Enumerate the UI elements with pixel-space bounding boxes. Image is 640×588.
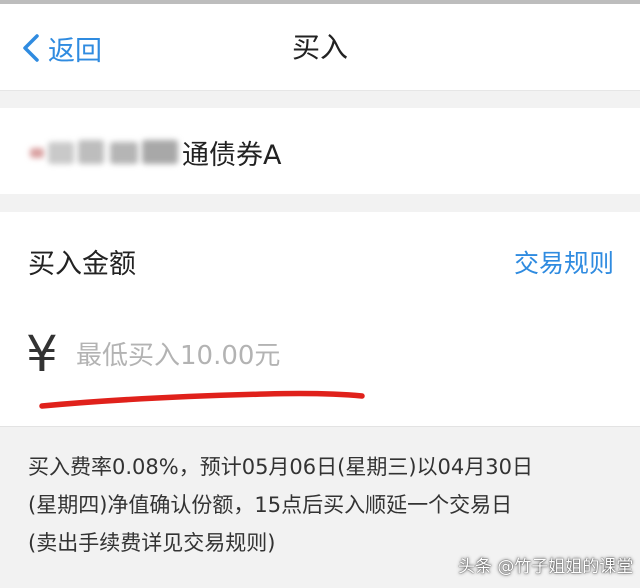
amount-label: 买入金额 bbox=[28, 249, 136, 280]
fund-card: 通债券A bbox=[0, 108, 640, 194]
nav-bar: 返回 买入 bbox=[0, 4, 640, 91]
fund-name-text: 通债券A bbox=[182, 139, 282, 171]
fund-name: 通债券A bbox=[28, 132, 281, 172]
fee-note-line: (星期四)净值确认份额，15点后买入顺延一个交易日 bbox=[28, 493, 513, 517]
red-underline-annotation bbox=[39, 390, 365, 409]
back-button[interactable]: 返回 bbox=[22, 28, 102, 68]
amount-card: 买入金额 交易规则 ¥ bbox=[0, 212, 640, 427]
fund-name-blurred bbox=[28, 134, 180, 170]
back-label: 返回 bbox=[48, 35, 102, 67]
chevron-left-icon bbox=[23, 34, 39, 62]
fee-note-line: 买入费率0.08%，预计05月06日(星期三)以04月30日 bbox=[28, 455, 533, 479]
amount-input[interactable] bbox=[76, 334, 596, 378]
watermark: 头条 @竹子姐姐的课堂 bbox=[458, 557, 634, 577]
currency-symbol: ¥ bbox=[26, 325, 58, 383]
fee-note: 买入费率0.08%，预计05月06日(星期三)以04月30日 (星期四)净值确认… bbox=[28, 448, 618, 562]
trading-rules-link[interactable]: 交易规则 bbox=[514, 244, 614, 280]
